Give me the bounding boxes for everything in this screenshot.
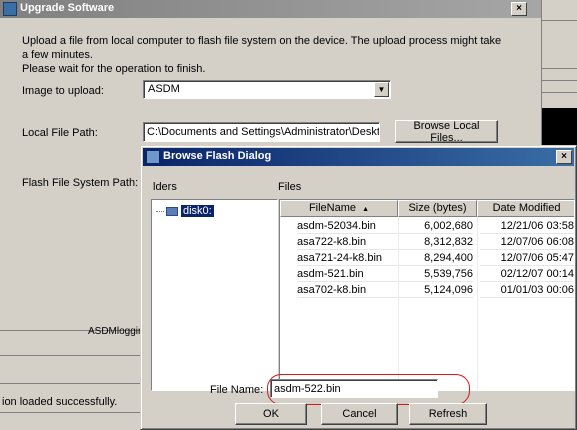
status-text: ion loaded successfully.: [2, 396, 118, 408]
background-divider: [540, 68, 577, 69]
file-name-cell[interactable]: asa722-k8.bin: [297, 234, 397, 250]
folders-label: lders: [153, 181, 177, 193]
browse-local-files-button[interactable]: Browse Local Files...: [395, 120, 498, 144]
upload-description: Upload a file from local computer to fla…: [22, 34, 502, 76]
tree-connector: [156, 210, 164, 212]
file-size-cell[interactable]: 6,002,680: [398, 218, 473, 234]
browse-flash-titlebar: Browse Flash Dialog ×: [143, 148, 574, 166]
description-line: Upload a file from local computer to fla…: [22, 35, 502, 61]
refresh-button[interactable]: Refresh: [409, 403, 487, 425]
image-to-upload-label: Image to upload:: [22, 85, 104, 97]
window-title: Upgrade Software: [20, 2, 115, 14]
file-name-cell[interactable]: asa702-k8.bin: [297, 282, 397, 298]
file-date-cell[interactable]: 12/21/06 03:58: [480, 218, 574, 234]
column-header-date[interactable]: Date Modified: [477, 200, 574, 217]
app-icon: [146, 150, 160, 164]
browse-flash-dialog: Browse Flash Dialog × lders Files disk0:…: [140, 145, 577, 430]
file-date-cell[interactable]: 12/07/06 05:47: [480, 250, 574, 266]
file-name-cell[interactable]: asdm-52034.bin: [297, 218, 397, 234]
file-size-cell[interactable]: 8,294,400: [398, 250, 473, 266]
column-header-size[interactable]: Size (bytes): [398, 200, 477, 217]
dialog-title: Browse Flash Dialog: [163, 150, 272, 162]
close-button[interactable]: ×: [511, 2, 527, 16]
status-divider: [0, 412, 140, 413]
column-header-label: FileName: [308, 202, 357, 214]
file-name-label: File Name:: [210, 384, 264, 396]
chevron-down-icon[interactable]: ▼: [374, 82, 389, 97]
file-date-cell[interactable]: 01/01/03 00:06: [480, 282, 574, 298]
column-header-filename[interactable]: FileName ▲: [280, 200, 398, 217]
image-to-upload-select[interactable]: ASDM ▼: [143, 80, 391, 99]
folder-tree[interactable]: disk0:: [151, 199, 278, 391]
files-table[interactable]: FileName ▲ Size (bytes) Date Modified as…: [279, 199, 575, 391]
image-to-upload-value: ASDM: [148, 83, 180, 95]
background-divider: [540, 80, 577, 81]
file-size-cell[interactable]: 5,539,756: [398, 266, 473, 282]
file-date-cell[interactable]: 02/12/07 00:14: [480, 266, 574, 282]
background-divider: [540, 92, 577, 93]
file-name-cell[interactable]: asa721-24-k8.bin: [297, 250, 397, 266]
local-file-path-label: Local File Path:: [22, 127, 98, 139]
file-size-cell[interactable]: 8,312,832: [398, 234, 473, 250]
sort-ascending-icon: ▲: [362, 206, 370, 213]
flash-file-system-path-label: Flash File System Path:: [22, 177, 139, 189]
column-divider: [477, 217, 478, 390]
file-name-cell[interactable]: asdm-521.bin: [297, 266, 397, 282]
cancel-button[interactable]: Cancel: [321, 403, 398, 425]
local-file-path-value: C:\Documents and Settings\Administrator\…: [147, 126, 380, 138]
ok-button[interactable]: OK: [235, 403, 307, 425]
tree-node-disk0[interactable]: disk0:: [156, 204, 214, 218]
status-divider: [0, 383, 140, 384]
highlight-annotation: [267, 374, 470, 405]
disk-icon: [166, 206, 178, 216]
dialog-close-button[interactable]: ×: [556, 150, 572, 164]
app-icon: [3, 2, 17, 16]
file-size-cell[interactable]: 5,124,096: [398, 282, 473, 298]
background-console-strip: [540, 108, 577, 146]
files-label: Files: [278, 181, 302, 193]
background-divider: [540, 20, 577, 21]
file-date-cell[interactable]: 12/07/06 06:08: [480, 234, 574, 250]
tree-node-label: disk0:: [181, 205, 214, 217]
upgrade-software-titlebar: Upgrade Software ×: [0, 0, 541, 18]
log-divider: [0, 355, 140, 356]
description-line: Please wait for the operation to finish.: [22, 63, 206, 75]
local-file-path-input[interactable]: C:\Documents and Settings\Administrator\…: [143, 122, 380, 142]
